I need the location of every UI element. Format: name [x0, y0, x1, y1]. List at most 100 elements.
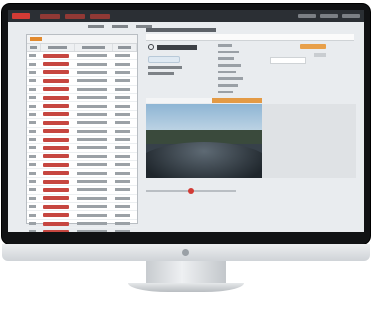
- column-header[interactable]: [113, 44, 137, 51]
- table-cell: [75, 69, 113, 76]
- menu-item[interactable]: [218, 84, 238, 87]
- table-row[interactable]: [27, 186, 137, 195]
- video-player[interactable]: [146, 104, 262, 178]
- table-cell: [113, 203, 137, 210]
- menu-item[interactable]: [218, 90, 233, 94]
- table-cell: [27, 211, 41, 218]
- column-header[interactable]: [41, 44, 75, 51]
- apple-logo-icon: [182, 249, 189, 256]
- table-cell: [113, 119, 137, 126]
- table-row[interactable]: [27, 195, 137, 204]
- table-cell: [75, 111, 113, 118]
- table-cell: [41, 186, 75, 193]
- table-cell: [27, 136, 41, 143]
- action-button[interactable]: [300, 44, 326, 49]
- menu-item[interactable]: [218, 64, 241, 67]
- video-side-area: [262, 104, 356, 178]
- table-row[interactable]: [27, 119, 137, 128]
- table-cell: [27, 144, 41, 151]
- top-tab[interactable]: [90, 13, 110, 19]
- status-pill: [148, 56, 180, 63]
- filter-input[interactable]: [270, 57, 306, 64]
- table-cell: [75, 86, 113, 93]
- table-row[interactable]: [27, 203, 137, 212]
- table-cell: [27, 102, 41, 109]
- top-tabs: [40, 13, 110, 19]
- table-cell: [41, 144, 75, 151]
- table-cell: [75, 119, 113, 126]
- table-cell: [113, 186, 137, 193]
- table-cell: [27, 161, 41, 168]
- table-row[interactable]: [27, 161, 137, 170]
- small-button[interactable]: [314, 53, 326, 57]
- menu-item[interactable]: [218, 57, 234, 60]
- info-line: [148, 66, 182, 69]
- table-cell: [41, 228, 75, 232]
- menu-item[interactable]: [218, 44, 232, 47]
- table-row[interactable]: [27, 60, 137, 69]
- toolbar-item[interactable]: [112, 25, 128, 28]
- table-row[interactable]: [27, 86, 137, 94]
- topbar-link[interactable]: [298, 14, 316, 18]
- table-cell: [27, 52, 41, 59]
- column-header[interactable]: [75, 44, 113, 51]
- table-cell: [41, 69, 75, 76]
- table-row[interactable]: [27, 153, 137, 162]
- side-menu: [218, 44, 250, 104]
- menu-item[interactable]: [218, 50, 239, 54]
- table-row[interactable]: [27, 52, 137, 61]
- panel-title: [30, 37, 42, 41]
- monitor-stand-foot: [128, 283, 244, 292]
- video-label: [212, 98, 262, 103]
- table-row[interactable]: [27, 128, 137, 136]
- table-cell: [41, 128, 75, 135]
- timestamp: [157, 44, 197, 50]
- panel-header: [27, 35, 137, 44]
- table-cell: [27, 119, 41, 126]
- table-row[interactable]: [27, 211, 137, 220]
- table-row[interactable]: [27, 220, 137, 229]
- top-tab[interactable]: [65, 13, 85, 19]
- table-cell: [113, 52, 137, 59]
- table-cell: [41, 77, 75, 84]
- table-row[interactable]: [27, 136, 137, 145]
- table-cell: [75, 52, 113, 59]
- table-row[interactable]: [27, 111, 137, 120]
- menu-item[interactable]: [218, 70, 236, 74]
- table-row[interactable]: [27, 77, 137, 86]
- info-line: [148, 72, 174, 75]
- column-header[interactable]: [27, 44, 41, 51]
- table-cell: [41, 203, 75, 210]
- table-cell: [41, 52, 75, 59]
- menu-item[interactable]: [218, 77, 243, 80]
- video-progress-handle[interactable]: [188, 188, 194, 194]
- table-body: [27, 52, 137, 232]
- table-cell: [75, 136, 113, 143]
- table-cell: [75, 60, 113, 67]
- table-row[interactable]: [27, 228, 137, 232]
- app-topbar: [8, 10, 364, 22]
- table-cell: [41, 195, 75, 202]
- topbar-link[interactable]: [320, 14, 338, 18]
- toolbar-item[interactable]: [88, 25, 104, 28]
- table-row[interactable]: [27, 169, 137, 178]
- table-cell: [75, 211, 113, 218]
- top-tab[interactable]: [40, 13, 60, 19]
- table-cell: [27, 94, 41, 101]
- table-cell: [27, 169, 41, 176]
- table-cell: [75, 220, 113, 227]
- topbar-right: [298, 14, 360, 18]
- table-cell: [113, 169, 137, 176]
- screen: [8, 10, 364, 232]
- table-row[interactable]: [27, 102, 137, 111]
- table-cell: [27, 228, 41, 232]
- table-cell: [113, 86, 137, 93]
- table-row[interactable]: [27, 94, 137, 103]
- table-row[interactable]: [27, 178, 137, 187]
- table-cell: [75, 186, 113, 193]
- table-row[interactable]: [27, 144, 137, 153]
- table-cell: [113, 94, 137, 101]
- detail-header: [146, 34, 354, 41]
- topbar-link[interactable]: [342, 14, 360, 18]
- table-row[interactable]: [27, 69, 137, 78]
